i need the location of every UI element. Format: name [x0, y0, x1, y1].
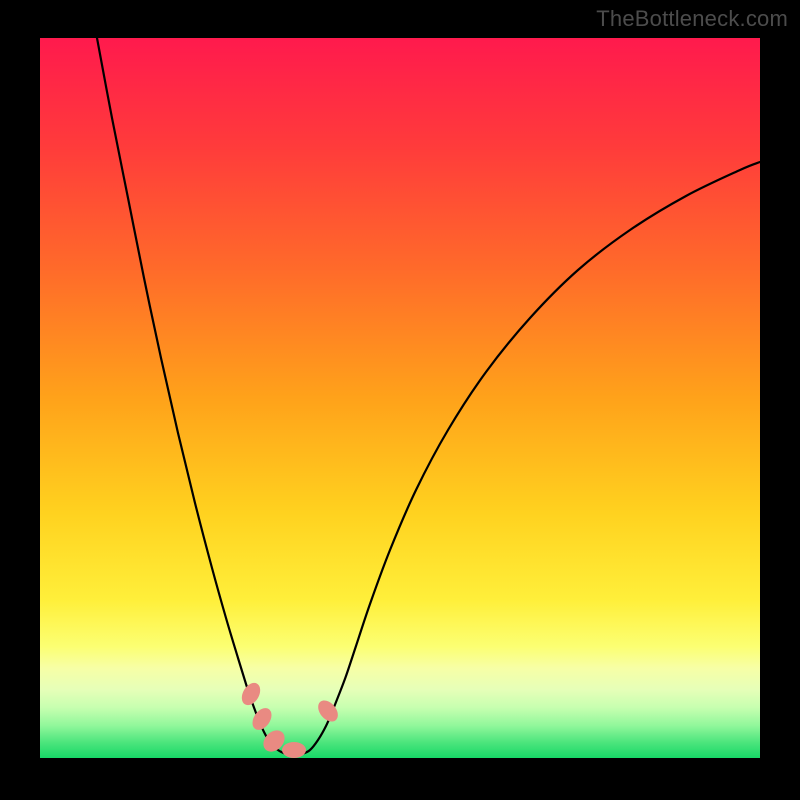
- data-marker: [282, 742, 306, 758]
- chart-frame: TheBottleneck.com: [0, 0, 800, 800]
- gradient-background: [40, 38, 760, 758]
- watermark-text: TheBottleneck.com: [596, 6, 788, 32]
- plot-area: [40, 38, 760, 758]
- bottleneck-curve-chart: [40, 38, 760, 758]
